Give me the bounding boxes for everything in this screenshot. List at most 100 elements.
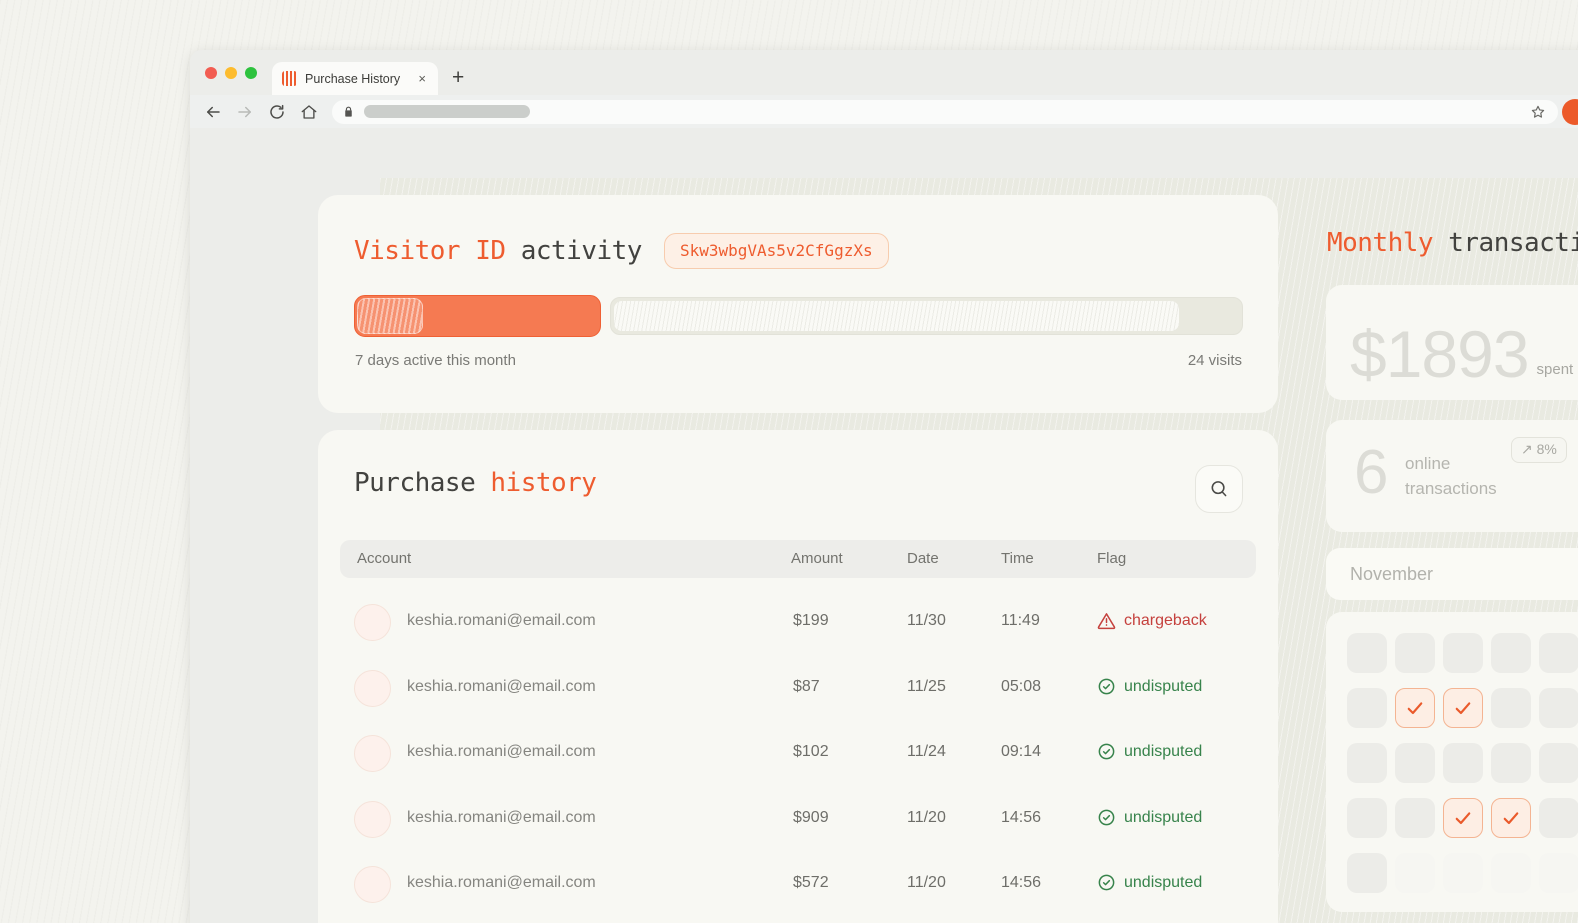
avatar — [354, 604, 391, 641]
row-time: 05:08 — [1001, 678, 1041, 696]
calendar-day-cell[interactable] — [1395, 798, 1435, 838]
check-circle-icon — [1097, 808, 1116, 827]
row-amount: $199 — [793, 612, 829, 630]
column-header-amount: Amount — [791, 550, 843, 567]
column-header-flag: Flag — [1097, 550, 1126, 567]
check-icon — [1501, 808, 1521, 828]
activity-progress-track-fill — [614, 301, 1179, 331]
avatar — [354, 735, 391, 772]
check-circle-icon — [1097, 677, 1116, 696]
calendar-day-cell[interactable] — [1395, 853, 1435, 893]
calendar-day-cell[interactable] — [1443, 743, 1483, 783]
calendar-day-cell[interactable] — [1347, 853, 1387, 893]
calendar-day-cell[interactable] — [1539, 743, 1578, 783]
row-amount: $909 — [793, 809, 829, 827]
activity-progress-track — [610, 297, 1243, 335]
profile-avatar[interactable] — [1562, 99, 1578, 125]
address-bar[interactable] — [332, 100, 1558, 124]
row-account: keshia.romani@email.com — [407, 874, 596, 892]
check-icon — [1453, 698, 1473, 718]
tab-purchase-history[interactable]: Purchase History × — [272, 62, 438, 95]
calendar-day-cell[interactable] — [1443, 853, 1483, 893]
row-flag-label: undisputed — [1124, 678, 1202, 696]
transactions-label: online transactions — [1405, 452, 1497, 501]
tab-title: Purchase History — [305, 72, 408, 86]
calendar-day-checked[interactable] — [1395, 688, 1435, 728]
calendar-day-cell[interactable] — [1347, 743, 1387, 783]
back-icon[interactable] — [204, 103, 222, 121]
calendar-day-checked[interactable] — [1443, 688, 1483, 728]
maximize-window-button[interactable] — [245, 67, 257, 79]
purchase-card-title: Purchase history — [354, 468, 596, 498]
table-row[interactable]: keshia.romani@email.com $199 11/30 11:49… — [318, 590, 1278, 655]
lock-icon — [342, 105, 355, 118]
row-amount: $87 — [793, 678, 820, 696]
row-account: keshia.romani@email.com — [407, 743, 596, 761]
table-row[interactable]: keshia.romani@email.com $572 11/20 14:56… — [318, 852, 1278, 917]
month-select-value: November — [1350, 564, 1433, 585]
visitor-id-badge: Skw3wbgVAs5v2CfGgzXs — [664, 233, 889, 269]
calendar-grid — [1347, 633, 1578, 893]
calendar-day-cell[interactable] — [1347, 688, 1387, 728]
calendar-day-cell[interactable] — [1539, 688, 1578, 728]
row-date: 11/20 — [907, 809, 946, 827]
transactions-trend-badge: ↗ 8% — [1511, 437, 1567, 463]
row-flag-label: chargeback — [1124, 612, 1207, 630]
row-flag-label: undisputed — [1124, 743, 1202, 761]
calendar-day-checked[interactable] — [1443, 798, 1483, 838]
row-account: keshia.romani@email.com — [407, 809, 596, 827]
minimize-window-button[interactable] — [225, 67, 237, 79]
calendar-day-cell[interactable] — [1491, 853, 1531, 893]
forward-icon[interactable] — [236, 103, 254, 121]
row-flag-label: undisputed — [1124, 809, 1202, 827]
row-amount: $102 — [793, 743, 829, 761]
home-icon[interactable] — [300, 103, 318, 121]
tab-strip: Purchase History × + — [190, 50, 1578, 95]
calendar-day-cell[interactable] — [1491, 633, 1531, 673]
calendar-day-cell[interactable] — [1395, 633, 1435, 673]
check-icon — [1405, 698, 1425, 718]
spend-label: spent — [1537, 361, 1574, 382]
table-row[interactable]: keshia.romani@email.com $909 11/20 14:56… — [318, 787, 1278, 852]
row-date: 11/20 — [907, 874, 946, 892]
calendar-day-cell[interactable] — [1347, 798, 1387, 838]
browser-toolbar — [190, 95, 1578, 128]
calendar-day-cell[interactable] — [1539, 798, 1578, 838]
calendar-day-cell[interactable] — [1347, 633, 1387, 673]
bookmark-star-icon[interactable] — [1530, 104, 1546, 120]
row-time: 14:56 — [1001, 874, 1041, 892]
site-favicon-icon — [282, 71, 297, 86]
row-account: keshia.romani@email.com — [407, 612, 596, 630]
month-select[interactable]: November — [1326, 548, 1578, 600]
purchase-title-accent: history — [490, 468, 596, 498]
calendar-day-cell[interactable] — [1539, 853, 1578, 893]
calendar-day-cell[interactable] — [1395, 743, 1435, 783]
row-date: 11/25 — [907, 678, 946, 696]
tab-close-icon[interactable]: × — [416, 71, 428, 86]
calendar-day-checked[interactable] — [1491, 798, 1531, 838]
visitor-card-title-accent: Visitor ID — [354, 236, 506, 266]
calendar-day-cell[interactable] — [1539, 633, 1578, 673]
calendar-day-cell[interactable] — [1491, 688, 1531, 728]
reload-icon[interactable] — [268, 103, 286, 121]
purchase-title-prefix: Purchase — [354, 468, 490, 498]
row-account: keshia.romani@email.com — [407, 678, 596, 696]
new-tab-button[interactable]: + — [452, 63, 464, 93]
calendar-day-cell[interactable] — [1443, 633, 1483, 673]
trend-arrow-icon: ↗ — [1521, 441, 1533, 457]
visits-caption: 24 visits — [1188, 352, 1242, 369]
page-overlay: Visitor ID activitySkw3wbgVAs5v2CfGgzXs … — [190, 128, 1578, 923]
close-window-button[interactable] — [205, 67, 217, 79]
table-row[interactable]: keshia.romani@email.com $102 11/24 09:14… — [318, 721, 1278, 786]
purchase-history-card: Purchase history Account Amount Date Tim… — [318, 430, 1278, 923]
calendar-day-cell[interactable] — [1491, 743, 1531, 783]
side-panel-title: Monthly transactions — [1327, 228, 1578, 258]
visitor-activity-card: Visitor ID activitySkw3wbgVAs5v2CfGgzXs … — [318, 195, 1278, 413]
url-text-redacted — [364, 105, 530, 118]
monthly-spend-card: $1893 spent — [1326, 285, 1578, 400]
column-header-date: Date — [907, 550, 939, 567]
transactions-count: 6 — [1354, 442, 1388, 504]
activity-progress-active-segment — [354, 295, 601, 337]
search-button[interactable] — [1195, 465, 1243, 513]
table-row[interactable]: keshia.romani@email.com $87 11/25 05:08 … — [318, 656, 1278, 721]
